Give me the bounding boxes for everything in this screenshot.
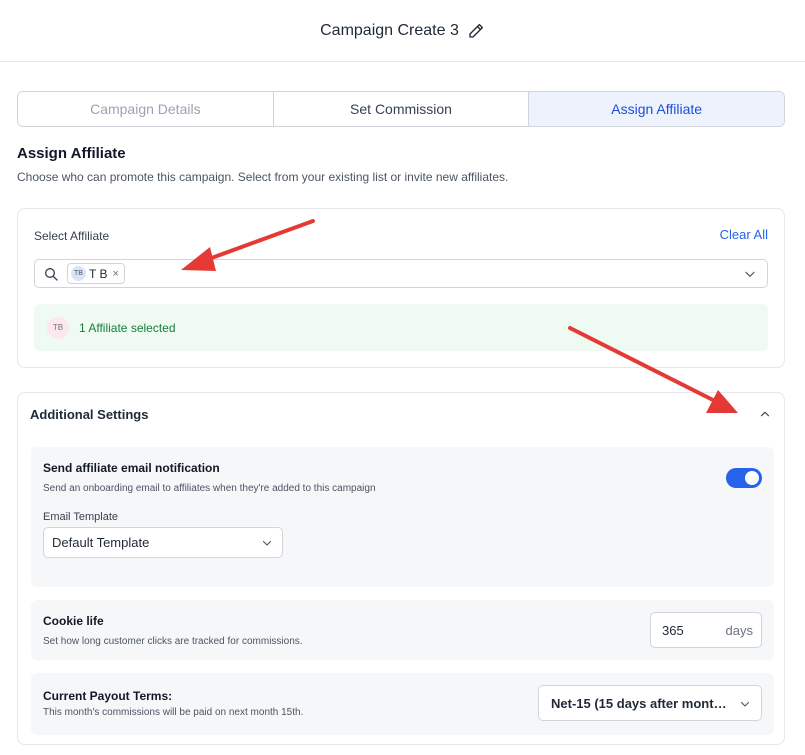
email-template-select[interactable]: Default Template xyxy=(43,527,283,558)
avatar: TB xyxy=(71,266,86,281)
page-header: Campaign Create 3 xyxy=(0,0,805,62)
cookie-life-panel: Cookie life Set how long customer clicks… xyxy=(31,600,774,660)
cookie-life-input[interactable]: 365 days xyxy=(650,612,762,648)
cookie-life-description: Set how long customer clicks are tracked… xyxy=(43,636,303,647)
section-title: Assign Affiliate xyxy=(17,145,126,162)
step-set-commission[interactable]: Set Commission xyxy=(274,92,530,126)
email-notification-panel: Send affiliate email notification Send a… xyxy=(31,447,774,587)
pencil-icon[interactable] xyxy=(467,22,485,40)
cookie-life-value[interactable]: 365 xyxy=(662,623,722,638)
email-notification-title: Send affiliate email notification xyxy=(43,461,220,475)
toggle-knob xyxy=(745,471,759,485)
wizard-stepper: Campaign Details Set Commission Assign A… xyxy=(17,91,785,127)
cookie-life-title: Cookie life xyxy=(43,614,104,628)
email-template-value: Default Template xyxy=(52,535,150,550)
section-description: Choose who can promote this campaign. Se… xyxy=(17,170,509,184)
payout-terms-value: Net-15 (15 days after month end) xyxy=(551,695,733,711)
payout-terms-title: Current Payout Terms: xyxy=(43,689,173,703)
selection-count-text: 1 Affiliate selected xyxy=(79,320,176,335)
chevron-down-icon xyxy=(261,537,273,549)
step-campaign-details[interactable]: Campaign Details xyxy=(18,92,274,126)
additional-settings-card: Additional Settings Send affiliate email… xyxy=(17,392,785,745)
affiliate-multiselect[interactable]: TB T B × xyxy=(34,259,768,288)
select-affiliate-card: Select Affiliate Clear All TB T B × TB 1… xyxy=(17,208,785,368)
chevron-up-icon[interactable] xyxy=(758,407,772,421)
page-title: Campaign Create 3 xyxy=(320,21,459,39)
payout-terms-description: This month's commissions will be paid on… xyxy=(43,707,304,718)
clear-all-button[interactable]: Clear All xyxy=(720,227,768,242)
chevron-down-icon xyxy=(739,698,751,710)
email-notification-toggle[interactable] xyxy=(726,468,762,488)
step-assign-affiliate[interactable]: Assign Affiliate xyxy=(529,92,784,126)
chip-remove-button[interactable]: × xyxy=(112,268,118,280)
chip-label: T B xyxy=(89,266,108,281)
payout-terms-select[interactable]: Net-15 (15 days after month end) xyxy=(538,685,762,721)
selected-affiliate-chip: TB T B × xyxy=(67,263,125,284)
avatar: TB xyxy=(47,316,69,339)
select-affiliate-label: Select Affiliate xyxy=(34,229,110,243)
chevron-down-icon[interactable] xyxy=(743,267,757,281)
email-notification-description: Send an onboarding email to affiliates w… xyxy=(43,483,376,494)
search-icon xyxy=(43,266,59,282)
selection-status: TB 1 Affiliate selected xyxy=(34,304,768,351)
additional-settings-title: Additional Settings xyxy=(30,407,149,422)
email-template-label: Email Template xyxy=(43,511,118,523)
payout-terms-panel: Current Payout Terms: This month's commi… xyxy=(31,673,774,735)
cookie-life-unit: days xyxy=(725,623,753,638)
